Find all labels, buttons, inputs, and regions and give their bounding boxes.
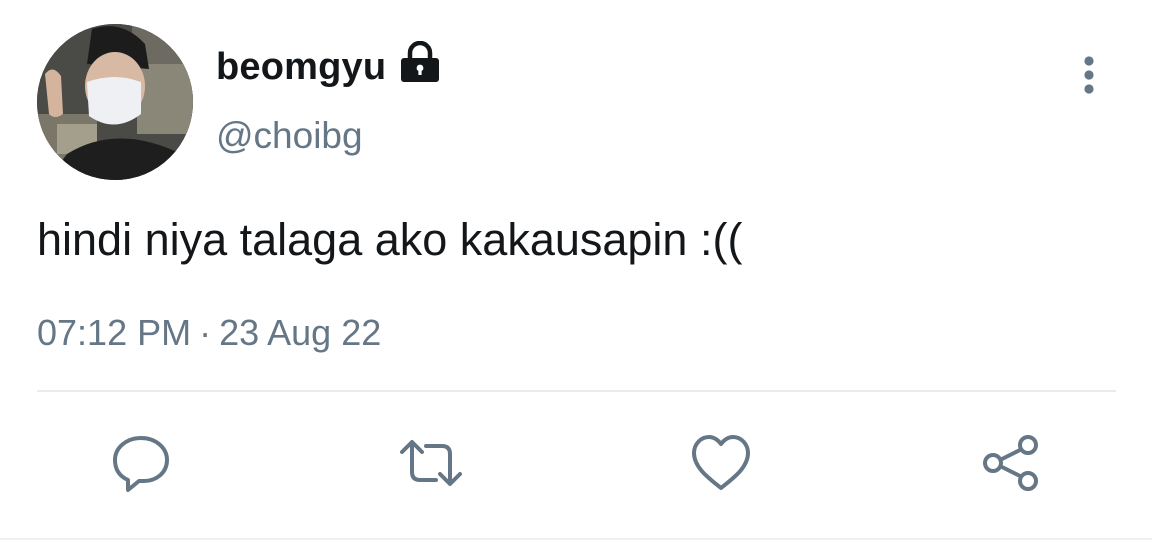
heart-icon: [692, 435, 750, 490]
action-bar: [0, 428, 1152, 498]
bottom-divider: [0, 538, 1152, 540]
share-button[interactable]: [976, 428, 1046, 498]
like-button[interactable]: [686, 428, 756, 498]
retweet-button[interactable]: [396, 428, 466, 498]
lock-icon: [401, 41, 439, 82]
comment-icon: [113, 436, 169, 492]
display-name[interactable]: beomgyu: [216, 46, 386, 89]
reply-button[interactable]: [106, 428, 176, 498]
retweet-icon: [400, 440, 462, 486]
tweet-time: 07:12 PM: [37, 312, 192, 353]
meta-separator: ·: [199, 312, 212, 353]
avatar[interactable]: [37, 24, 193, 180]
tweet-card: beomgyu @choibg hindi niya talaga ako ka…: [0, 0, 1152, 555]
more-vertical-icon[interactable]: [1072, 52, 1106, 100]
tweet-text: hindi niya talaga ako kakausapin :((: [37, 214, 743, 265]
avatar-photo: [37, 24, 193, 180]
tweet-timestamp[interactable]: 07:12 PM · 23 Aug 22: [37, 312, 381, 354]
tweet-date: 23 Aug 22: [219, 312, 382, 353]
divider: [37, 390, 1116, 392]
share-icon: [983, 435, 1038, 491]
user-handle[interactable]: @choibg: [216, 115, 363, 157]
